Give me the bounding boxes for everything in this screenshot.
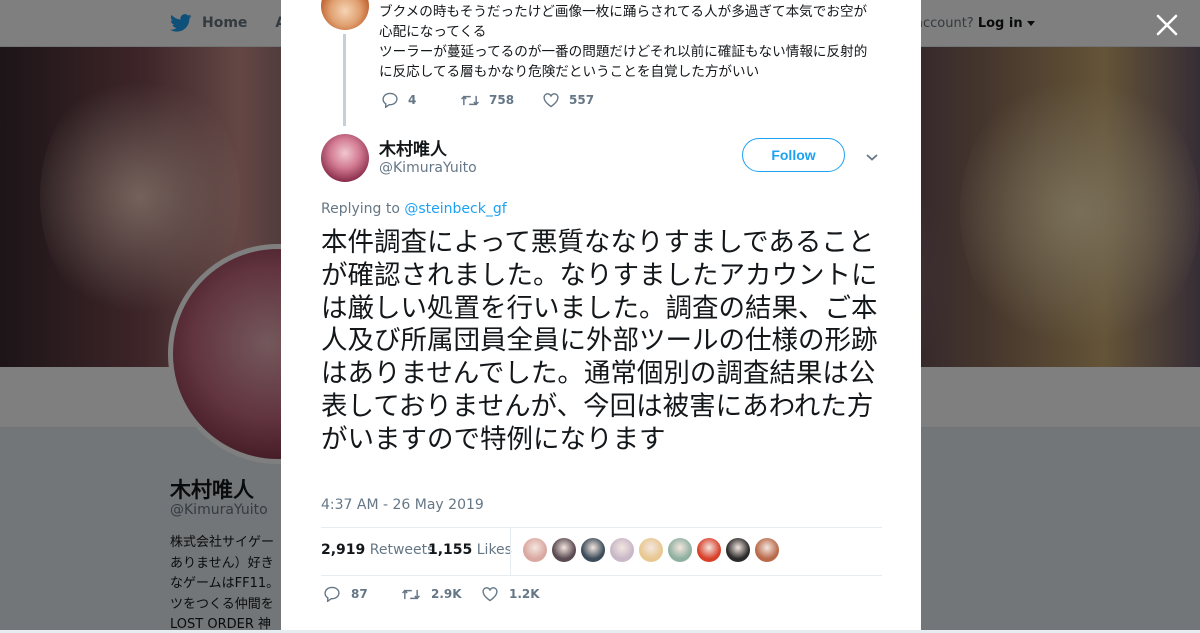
heart-icon: [543, 93, 559, 108]
author-name[interactable]: 木村唯人: [379, 135, 447, 160]
tweet-stats: 2,919 Retweets 1,155 Likes: [321, 527, 882, 576]
author-handle[interactable]: @KimuraYuito: [379, 160, 477, 176]
previous-tweet-avatar[interactable]: [321, 0, 369, 30]
liker-avatar[interactable]: [581, 538, 605, 562]
heart-icon: [482, 587, 498, 602]
liker-avatar[interactable]: [726, 538, 750, 562]
close-icon[interactable]: [1155, 13, 1179, 37]
previous-retweet-button[interactable]: 758: [460, 93, 542, 108]
tweet-text: 本件調査によって悪質ななりすましであることが確認されました。なりすましたアカウン…: [321, 227, 878, 455]
like-stat[interactable]: 1,155 Likes: [428, 542, 512, 558]
previous-tweet-line: ブクメの時もそうだったけど画像一枚に踊らされてる人が多過ぎて本気でお空が心配にな…: [379, 4, 868, 40]
previous-like-button[interactable]: 557: [542, 92, 594, 108]
previous-tweet-actions: 4 758 557: [381, 92, 594, 108]
retweet-button[interactable]: 2.9K: [401, 587, 481, 602]
liker-avatar[interactable]: [552, 538, 576, 562]
liker-avatar[interactable]: [697, 538, 721, 562]
reply-icon: [324, 586, 340, 602]
previous-like-count: 557: [569, 93, 595, 107]
reply-button[interactable]: 87: [323, 586, 401, 602]
retweet-icon: [461, 95, 479, 105]
previous-reply-count: 4: [408, 93, 417, 107]
like-stat-count: 1,155: [428, 542, 473, 558]
tweet-modal: ブクメの時もそうだったけど画像一枚に踊らされてる人が多過ぎて本気でお空が心配にな…: [281, 0, 921, 630]
replying-to-prefix: Replying to: [321, 201, 400, 217]
previous-tweet-text: ブクメの時もそうだったけど画像一枚に踊らされてる人が多過ぎて本気でお空が心配にな…: [379, 2, 879, 82]
liker-avatars: [523, 538, 779, 562]
tweet-timestamp[interactable]: 4:37 AM - 26 May 2019: [321, 497, 484, 513]
retweet-icon: [402, 589, 420, 599]
chevron-down-icon[interactable]: [864, 149, 880, 165]
liker-avatar[interactable]: [755, 538, 779, 562]
retweet-stat-count: 2,919: [321, 542, 366, 558]
tweet-actions: 87 2.9K 1.2K: [323, 586, 540, 602]
stats-divider: [510, 528, 511, 575]
follow-button[interactable]: Follow: [742, 138, 845, 172]
liker-avatar[interactable]: [610, 538, 634, 562]
liker-avatar[interactable]: [668, 538, 692, 562]
liker-avatar[interactable]: [639, 538, 663, 562]
liker-avatar[interactable]: [523, 538, 547, 562]
replying-to: Replying to @steinbeck_gf: [321, 201, 507, 217]
retweet-stat[interactable]: 2,919 Retweets: [321, 542, 434, 558]
previous-retweet-count: 758: [489, 93, 515, 107]
like-stat-label: Likes: [476, 542, 512, 558]
reply-count: 87: [351, 587, 368, 601]
like-button[interactable]: 1.2K: [481, 586, 540, 602]
retweet-count: 2.9K: [431, 587, 462, 601]
replying-to-link[interactable]: @steinbeck_gf: [404, 201, 506, 217]
retweet-stat-label: Retweets: [369, 542, 435, 558]
reply-icon: [382, 92, 398, 108]
thread-connector-line: [343, 34, 346, 126]
previous-tweet-line: ツーラーが蔓延ってるのが一番の問題だけどそれ以前に確証もない情報に反射的に反応し…: [379, 44, 868, 80]
like-count: 1.2K: [509, 587, 540, 601]
previous-reply-button[interactable]: 4: [381, 92, 460, 108]
author-avatar[interactable]: [321, 134, 369, 182]
